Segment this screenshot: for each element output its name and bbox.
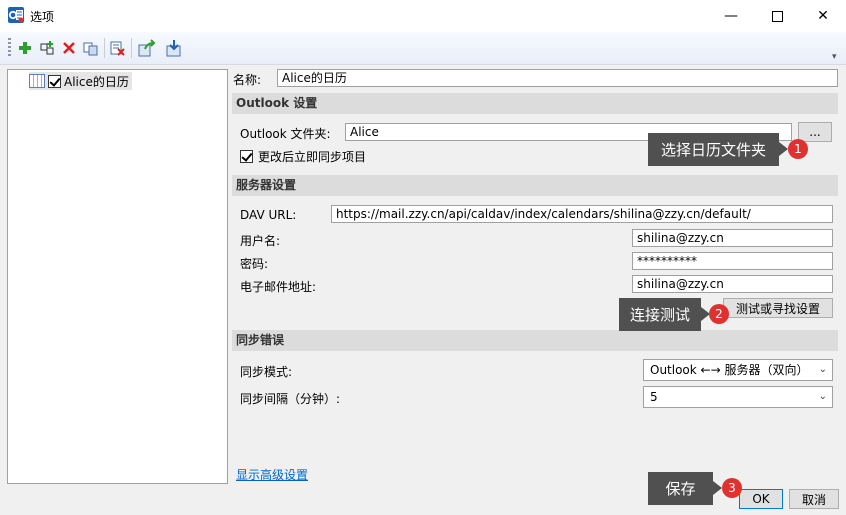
callout-connection-test: 连接测试 [619, 298, 701, 331]
sync-mode-select[interactable]: Outlook ←→ 服务器（双向） ⌄ [643, 359, 833, 381]
clear-cache-icon[interactable] [108, 38, 128, 58]
sync-interval-select[interactable]: 5 ⌄ [643, 386, 833, 408]
sync-errors-header: 同步错误 [232, 330, 838, 351]
step-badge: 1 [788, 139, 808, 159]
tree-item-label: Alice的日历 [64, 74, 129, 89]
window-title: 选项 [30, 10, 55, 24]
sync-immediately-label: 更改后立即同步项目 [258, 150, 367, 164]
sync-interval-value: 5 [650, 390, 658, 404]
browse-folder-button[interactable]: ... [798, 122, 832, 142]
tree-item-checkbox[interactable] [48, 74, 61, 88]
callout-save: 保存 [648, 472, 713, 505]
toolbar-separator [104, 38, 105, 58]
name-input[interactable]: Alice的日历 [277, 69, 838, 87]
delete-icon[interactable] [59, 38, 79, 58]
maximize-button[interactable] [754, 0, 800, 32]
callout-text: 选择日历文件夹 [660, 141, 766, 159]
test-settings-button[interactable]: 测试或寻找设置 [723, 298, 833, 318]
outlook-folder-label: Outlook 文件夹: [240, 127, 331, 141]
calendar-icon [29, 74, 45, 88]
dav-url-label: DAV URL: [240, 208, 297, 222]
tree-item-calendar[interactable]: Alice的日历 [29, 72, 132, 90]
import-icon[interactable] [164, 38, 184, 58]
export-icon[interactable] [137, 38, 157, 58]
email-label: 电子邮件地址: [240, 280, 317, 294]
email-input[interactable]: shilina@zzy.cn [632, 275, 833, 293]
callout-pointer [713, 481, 722, 495]
add-multiple-icon[interactable] [37, 38, 57, 58]
chevron-down-icon: ⌄ [818, 391, 827, 402]
toolbar-overflow-icon[interactable]: ▾ [832, 52, 837, 62]
toolbar-grip[interactable] [8, 38, 11, 58]
cancel-button[interactable]: 取消 [789, 489, 839, 509]
sync-immediately-checkbox[interactable] [240, 150, 253, 163]
password-label: 密码: [240, 257, 269, 271]
outlook-app-icon [8, 7, 24, 23]
callout-pointer [779, 142, 788, 156]
sync-mode-value: Outlook ←→ 服务器（双向） [650, 363, 809, 377]
step-badge: 2 [709, 304, 729, 324]
outlook-settings-header: Outlook 设置 [232, 93, 838, 114]
minimize-button[interactable]: — [708, 0, 754, 32]
chevron-down-icon: ⌄ [818, 364, 827, 375]
maximize-icon [771, 10, 783, 22]
calendar-tree [7, 69, 228, 484]
show-advanced-link[interactable]: 显示高级设置 [236, 466, 308, 483]
toolbar-separator [131, 38, 132, 58]
copy-icon[interactable] [81, 38, 101, 58]
sync-interval-label: 同步间隔（分钟）: [240, 392, 341, 406]
username-label: 用户名: [240, 234, 281, 248]
step-badge: 3 [722, 478, 742, 498]
close-icon: ✕ [817, 8, 829, 24]
sync-immediately-option[interactable]: 更改后立即同步项目 [240, 148, 366, 165]
callout-text: 保存 [665, 480, 696, 498]
sync-mode-label: 同步模式: [240, 365, 293, 379]
password-input[interactable]: ********** [632, 252, 833, 270]
callout-select-folder: 选择日历文件夹 [648, 133, 779, 166]
add-icon[interactable] [15, 38, 35, 58]
name-label: 名称: [233, 73, 262, 87]
ok-button[interactable]: OK [739, 489, 783, 509]
callout-text: 连接测试 [629, 306, 690, 324]
minimize-icon: — [724, 8, 738, 24]
username-input[interactable]: shilina@zzy.cn [632, 229, 833, 247]
server-settings-header: 服务器设置 [232, 175, 838, 196]
close-window-button[interactable]: ✕ [800, 0, 846, 32]
dav-url-input[interactable]: https://mail.zzy.cn/api/caldav/index/cal… [331, 205, 833, 223]
